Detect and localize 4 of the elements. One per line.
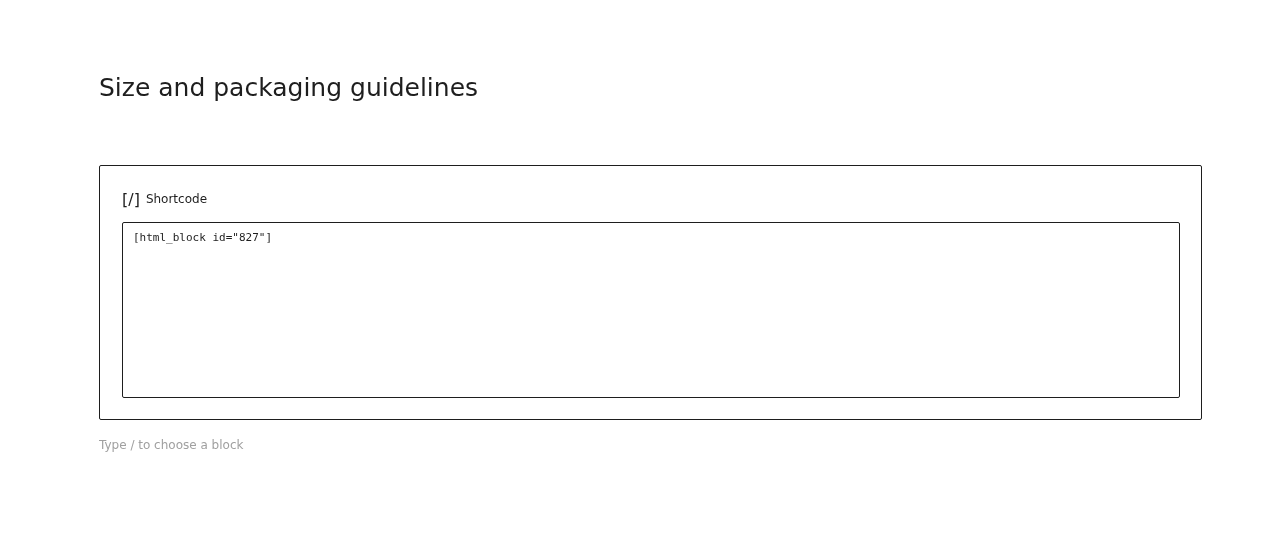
- shortcode-field[interactable]: [html_block id="827"]: [122, 222, 1180, 398]
- block-label: Shortcode: [145, 192, 208, 206]
- page-title: Size and packaging guidelines: [99, 72, 480, 104]
- shortcode-icon: [/]: [122, 189, 140, 209]
